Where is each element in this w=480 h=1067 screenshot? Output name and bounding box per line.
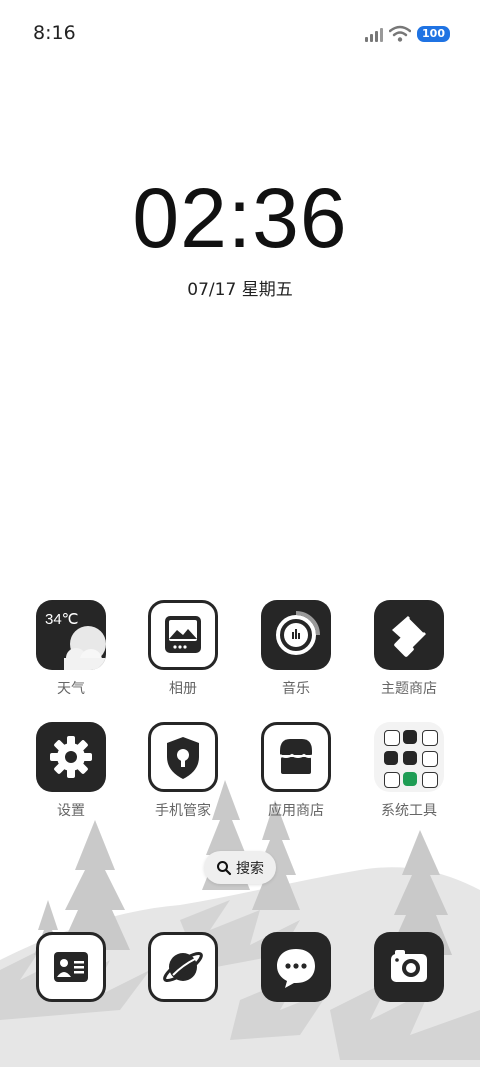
app-label: 音乐	[282, 681, 310, 697]
gear-icon	[36, 722, 106, 792]
weather-icon: 34℃	[36, 600, 106, 670]
app-music[interactable]: 音乐	[246, 600, 346, 698]
browser-planet-icon	[148, 932, 218, 1002]
clock-date[interactable]: 07/17 星期五	[0, 275, 480, 300]
app-label: 系统工具	[381, 803, 437, 819]
calendar-mini-icon	[384, 730, 400, 746]
status-time: 8:16	[33, 22, 76, 44]
folder-icon	[374, 722, 444, 792]
app-label: 主题商店	[381, 681, 437, 697]
search-label: 搜索	[236, 860, 264, 877]
app-label: 手机管家	[155, 803, 211, 819]
app-settings[interactable]: 设置	[21, 722, 121, 820]
app-weather[interactable]: 34℃ 天气	[21, 600, 121, 698]
compass-mini-icon	[403, 730, 417, 744]
signal-icon	[365, 26, 384, 42]
battery-icon: 100	[417, 26, 450, 42]
status-bar: 8:16 100	[0, 0, 480, 68]
music-icon	[261, 600, 331, 670]
clock-mini-icon	[384, 751, 398, 765]
app-gallery[interactable]: 相册	[133, 600, 233, 698]
search-button[interactable]: 搜索	[204, 851, 276, 884]
status-icons: 100	[365, 22, 450, 46]
theme-brush-icon	[374, 600, 444, 670]
clock-time[interactable]: 02:36	[0, 170, 480, 267]
scanner-mini-icon	[384, 772, 400, 788]
wifi-icon	[389, 25, 412, 42]
camera-icon	[374, 932, 444, 1002]
green-app-mini-icon	[403, 772, 417, 786]
contacts-icon	[36, 932, 106, 1002]
messages-icon	[261, 932, 331, 1002]
app-system-tools-folder[interactable]: 系统工具	[359, 722, 459, 820]
file-mini-icon	[422, 751, 438, 767]
app-label: 应用商店	[268, 803, 324, 819]
security-shield-icon	[148, 722, 218, 792]
notes-mini-icon	[422, 730, 438, 746]
dock-contacts[interactable]	[21, 932, 121, 1002]
chat-mini-icon	[403, 751, 417, 765]
dock-camera[interactable]	[359, 932, 459, 1002]
app-app-store[interactable]: 应用商店	[246, 722, 346, 820]
search-icon	[217, 860, 232, 875]
app-phone-manager[interactable]: 手机管家	[133, 722, 233, 820]
app-theme-store[interactable]: 主题商店	[359, 600, 459, 698]
dock-browser[interactable]	[133, 932, 233, 1002]
gallery-icon	[148, 600, 218, 670]
cleaner-mini-icon	[422, 772, 438, 788]
dock-messages[interactable]	[246, 932, 346, 1002]
app-store-icon	[261, 722, 331, 792]
app-label: 天气	[57, 681, 85, 697]
app-label: 设置	[57, 803, 85, 819]
app-label: 相册	[169, 681, 197, 697]
